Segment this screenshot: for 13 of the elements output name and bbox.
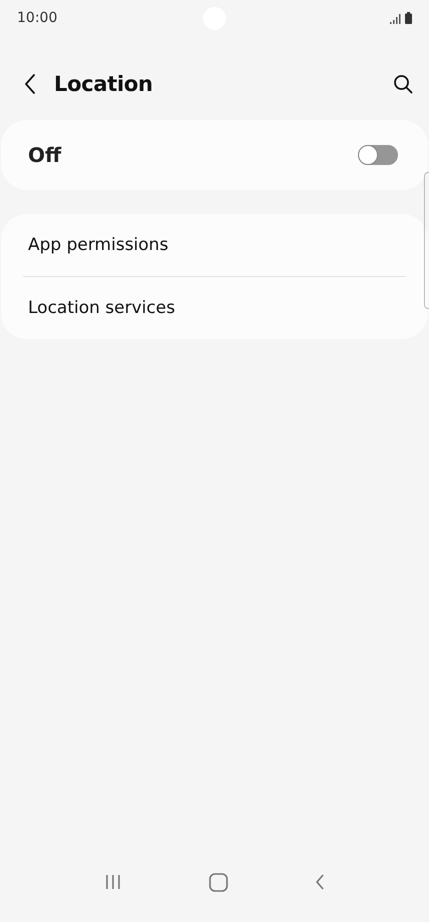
search-icon <box>393 74 413 94</box>
signal-icon <box>390 14 401 24</box>
settings-item[interactable]: App permissions <box>1 214 428 276</box>
back-nav-icon[interactable] <box>315 874 326 890</box>
page-title: Location <box>54 72 153 96</box>
back-icon <box>24 73 36 95</box>
home-icon[interactable] <box>208 872 228 892</box>
battery-icon <box>405 12 412 24</box>
status-time: 10:00 <box>17 10 58 26</box>
settings-item[interactable]: Location services <box>1 277 428 339</box>
recent-apps-icon[interactable] <box>104 874 122 890</box>
location-toggle[interactable] <box>358 145 398 165</box>
switch-label: Off <box>28 143 62 167</box>
